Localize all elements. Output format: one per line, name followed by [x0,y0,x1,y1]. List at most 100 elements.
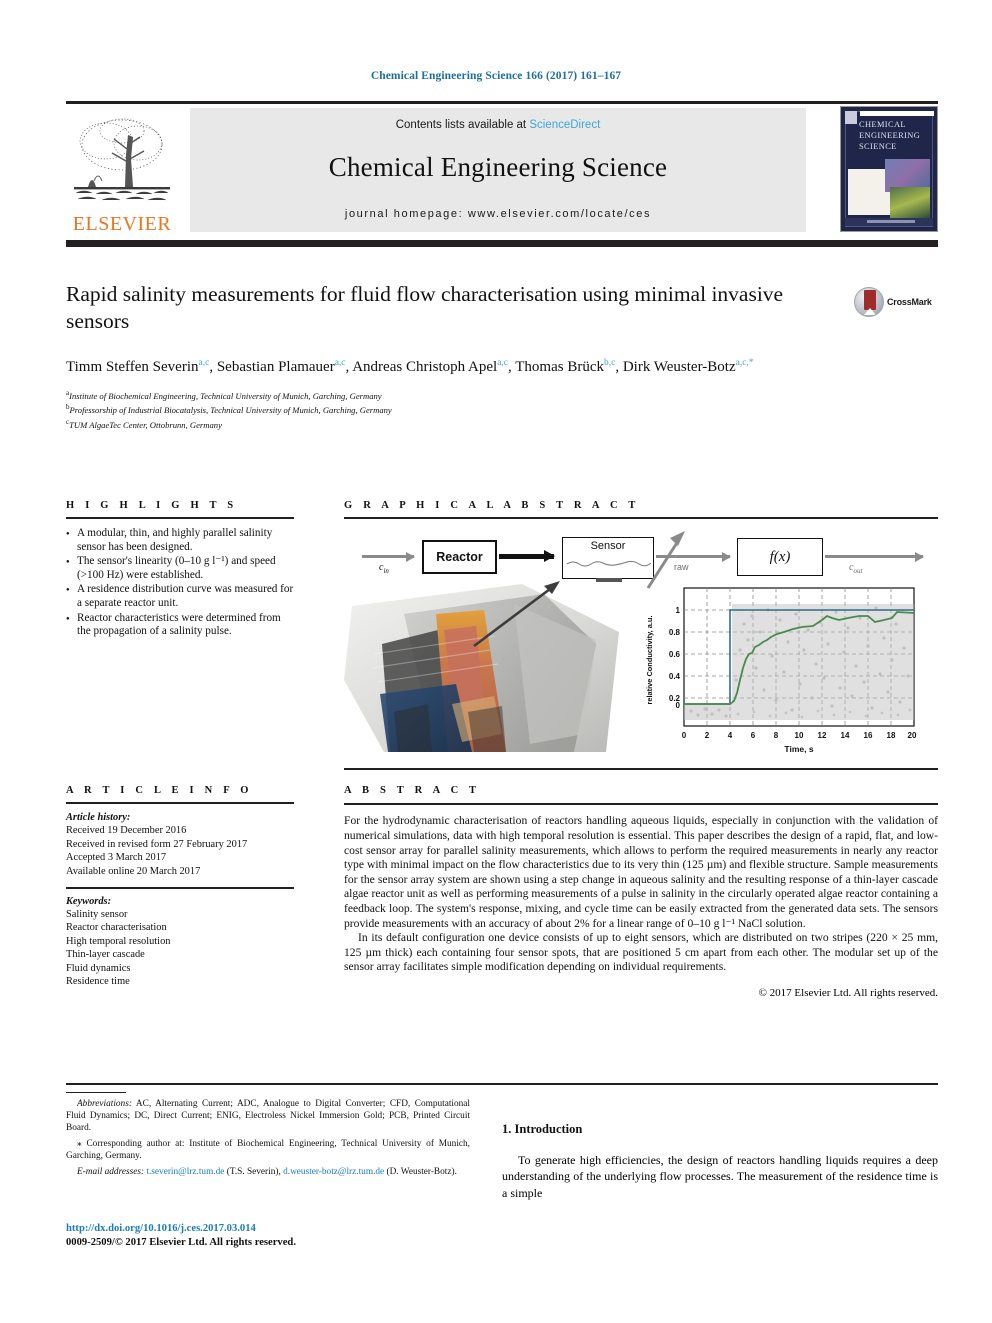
contents-prefix: Contents lists available at [395,119,530,131]
sciencedirect-link[interactable]: ScienceDirect [529,119,600,131]
author-name: Timm Steffen Severin [66,359,199,375]
abbreviations-label: Abbreviations: [77,1099,132,1109]
introduction-column: 1. Introduction To generate high efficie… [502,1122,938,1213]
keywords-block: Keywords: Salinity sensor Reactor charac… [66,895,294,989]
affiliations: aInstitute of Biochemical Engineering, T… [66,388,938,431]
svg-text:0.8: 0.8 [669,628,681,637]
article-history: Article history: Received 19 December 20… [66,811,294,878]
list-item: A modular, thin, and highly parallel sal… [66,527,294,554]
graphical-abstract-body: cin Reactor Sensor raw f(x) cout 1 0.8 0… [344,528,938,764]
issn-copyright: 0009-2509/© 2017 Elsevier Ltd. All right… [66,1237,296,1248]
paper-page: Chemical Engineering Science 166 (2017) … [0,0,992,1323]
page-title: Rapid salinity measurements for fluid fl… [66,282,784,333]
arrow-chart-to-function [646,531,685,589]
keyword: Salinity sensor [66,909,128,921]
keyword: Residence time [66,976,130,988]
list-item: Reactor characteristics were determined … [66,612,294,639]
affiliation-b: bProfessorship of Industrial Biocatalysi… [66,403,392,416]
journal-band: Contents lists available at ScienceDirec… [190,108,806,232]
abbreviations-note: Abbreviations: AC, Alternating Current; … [66,1098,470,1134]
journal-homepage[interactable]: journal homepage: www.elsevier.com/locat… [345,208,651,220]
masthead-bottom-rule [66,240,938,247]
affiliation-c: cTUM AlgaeTec Center, Ottobrunn, Germany [66,417,222,430]
author-name: Dirk Weuster-Botz [622,359,736,375]
abstract-heading: A B S T R A C T [344,785,481,796]
svg-text:12: 12 [818,731,827,740]
abstract-paragraph-1: For the hydrodynamic characterisation of… [344,814,938,930]
chart-xlabel: Time, s [784,744,813,754]
svg-text:14: 14 [841,731,850,740]
svg-text:4: 4 [728,731,733,740]
list-item: The sensor's linearity (0–10 g l⁻¹) and … [66,555,294,582]
cover-title-text: CHEMICAL ENGINEERING SCIENCE [859,119,934,152]
highlights-heading: H I G H L I G H T S [66,500,238,511]
arrow-outlet [825,551,924,562]
author-name: Sebastian Plamauer [216,359,335,375]
elsevier-logo: ELSEVIER [66,106,178,234]
doi-block: http://dx.doi.org/10.1016/j.ces.2017.03.… [66,1222,486,1250]
article-history-label: Article history: [66,812,131,823]
history-item: Received in revised form 27 February 201… [66,838,248,850]
graphical-abstract-chart: 1 0.8 0.6 0.4 0.2 0 0 2 4 6 8 10 12 14 1… [636,580,926,760]
svg-text:20: 20 [908,731,917,740]
journal-title: Chemical Engineering Science [328,152,668,182]
chart-ylabel: relative Conductivity, a.u. [645,616,654,705]
graphical-abstract-section: G R A P H I C A L A B S T R A C T cin Re… [344,500,938,770]
transfer-function-box: f(x) [737,538,823,576]
doi-link[interactable]: http://dx.doi.org/10.1016/j.ces.2017.03.… [66,1222,486,1236]
author-affil-mark: b,c [603,358,616,368]
svg-text:6: 6 [751,731,756,740]
cover-line-2: ENGINEERING [859,131,921,140]
abstract-copyright: © 2017 Elsevier Ltd. All rights reserved… [758,986,938,999]
email-note: E-mail addresses: t.severin@lrz.tum.de (… [77,1167,457,1178]
author-name: Andreas Christoph Apel [352,359,498,375]
svg-text:0: 0 [682,731,687,740]
elsevier-tree-icon [74,118,170,201]
history-item: Received 19 December 2016 [66,825,187,837]
running-head: Chemical Engineering Science 166 (2017) … [370,70,622,82]
cover-line-1: CHEMICAL [859,120,906,129]
list-item: A residence distribution curve was measu… [66,583,294,610]
footer-rule [66,1083,938,1085]
introduction-heading: 1. Introduction [502,1122,583,1136]
svg-text:0: 0 [676,701,681,710]
svg-text:0.4: 0.4 [669,672,681,681]
masthead-top-rule [66,101,938,104]
reactor-box: Reactor [422,540,497,574]
keyword: High temporal resolution [66,935,171,947]
author-affil-mark: a,c [198,358,210,368]
author-affil-mark: a,c,* [735,358,754,368]
abstract-paragraph-2: In its default configuration one device … [344,931,938,974]
affiliation-a: aInstitute of Biochemical Engineering, T… [66,389,382,401]
arrow-photo-to-sensor [473,581,560,648]
author-name: Thomas Brück [515,359,604,375]
svg-text:16: 16 [864,731,873,740]
author-3: Thomas Brückb,c, [515,358,623,375]
history-item: Available online 20 March 2017 [66,865,201,877]
keyword: Reactor characterisation [66,922,167,934]
arrow-inlet [362,551,415,562]
history-item: Accepted 3 March 2017 [66,852,167,864]
graphical-abstract-heading: G R A P H I C A L A B S T R A C T [344,500,640,511]
inlet-concentration-label: cin [379,562,389,575]
svg-text:0.6: 0.6 [669,650,681,659]
author-list: Timm Steffen Severina,c, Sebastian Plama… [66,352,866,378]
outlet-concentration-label: cout [849,562,863,575]
email-link-2[interactable]: d.weuster-botz@lrz.tum.de [283,1167,384,1177]
highlights-list: A modular, thin, and highly parallel sal… [66,527,294,639]
email-link-1[interactable]: t.severin@lrz.tum.de [146,1167,224,1177]
graphical-abstract-bottom-rule [344,768,938,770]
author-4: Dirk Weuster-Botza,c,* [622,358,754,375]
svg-text:8: 8 [774,731,779,740]
crossmark-label: CrossMark [887,297,932,307]
author-2: Andreas Christoph Apela,c, [352,358,516,375]
contents-available-line: Contents lists available at ScienceDirec… [396,119,601,131]
arrow-reactor-to-sensor [499,550,555,562]
crossmark-badge[interactable]: CrossMark [854,285,938,319]
author-affil-mark: a,c [497,358,509,368]
chart-svg: 1 0.8 0.6 0.4 0.2 0 0 2 4 6 8 10 12 14 1… [645,587,917,754]
footnotes-column: Abbreviations: AC, Alternating Current; … [66,1092,470,1183]
svg-text:1: 1 [676,606,681,615]
journal-cover-thumbnail: CHEMICAL ENGINEERING SCIENCE [840,106,938,232]
article-info-section: A R T I C L E I N F O Article history: R… [66,785,294,988]
